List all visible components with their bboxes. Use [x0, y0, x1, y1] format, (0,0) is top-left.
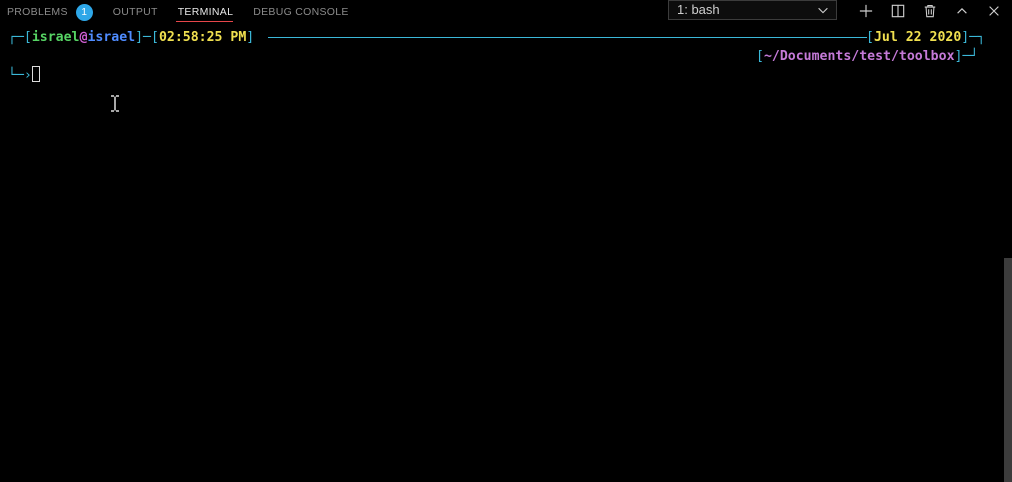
prompt-path: ~/Documents/test/toolbox — [763, 49, 955, 64]
plus-icon — [859, 4, 873, 18]
close-icon — [989, 6, 999, 16]
tab-output-label: OUTPUT — [112, 6, 158, 18]
prompt-dash: ─ — [143, 30, 151, 45]
tab-terminal[interactable]: TERMINAL — [168, 0, 244, 24]
close-panel-button[interactable] — [978, 0, 1010, 22]
tab-output[interactable]: OUTPUT — [105, 0, 168, 24]
prompt-line-2: [~/Documents/test/toolbox]─┘ — [756, 47, 978, 66]
prompt-bracket: [ — [150, 30, 159, 45]
tab-terminal-label: TERMINAL — [177, 6, 234, 18]
tab-debug-label: DEBUG CONSOLE — [253, 6, 349, 18]
split-icon — [891, 4, 905, 18]
terminal-scrollbar[interactable] — [1004, 258, 1012, 482]
prompt-separator-line — [268, 37, 867, 38]
new-terminal-button[interactable] — [850, 0, 882, 22]
kill-terminal-button[interactable] — [914, 0, 946, 22]
chevron-up-icon — [957, 8, 967, 14]
problems-count-badge: 1 — [75, 3, 93, 21]
prompt-arrow: › — [23, 68, 32, 83]
panel-tab-bar: PROBLEMS 1 OUTPUT TERMINAL DEBUG CONSOLE… — [0, 0, 1012, 24]
chevron-down-icon — [818, 7, 828, 14]
trash-icon — [924, 5, 936, 18]
panel-tabs: PROBLEMS 1 OUTPUT TERMINAL DEBUG CONSOLE — [0, 0, 359, 24]
prompt-corner-bottom-left: └─ — [8, 68, 24, 83]
prompt-bracket: ] — [135, 30, 144, 45]
prompt-bracket: ] — [246, 30, 255, 45]
prompt-bracket: [ — [866, 30, 874, 45]
prompt-corner-bottom-right: ─┘ — [962, 49, 979, 64]
tab-problems-label: PROBLEMS — [7, 6, 68, 18]
prompt-user: israel — [31, 30, 80, 45]
prompt-bracket: [ — [756, 49, 764, 64]
prompt-time: 02:58:25 PM — [158, 30, 247, 45]
prompt-date-block: [Jul 22 2020]─┐ — [866, 28, 985, 47]
prompt-line-3: └─› — [8, 66, 32, 85]
split-terminal-button[interactable] — [882, 0, 914, 22]
terminal-cursor — [32, 66, 40, 82]
prompt-corner-top-right: ─┐ — [969, 30, 986, 45]
prompt-bracket: [ — [23, 30, 32, 45]
tab-problems[interactable]: PROBLEMS 1 — [0, 0, 105, 24]
tab-debug-console[interactable]: DEBUG CONSOLE — [243, 0, 359, 24]
prompt-host: israel — [87, 30, 136, 45]
maximize-panel-button[interactable] — [946, 0, 978, 22]
terminal-actions — [850, 0, 1010, 22]
terminal-select-value: 1: bash — [677, 2, 720, 17]
prompt-corner-top: ┌─ — [8, 30, 24, 45]
prompt-line-1: ┌─[israel@israel]─[02:58:25 PM] — [8, 28, 254, 47]
terminal-select[interactable]: 1: bash — [668, 0, 837, 20]
text-cursor-icon — [111, 95, 119, 112]
terminal-area[interactable]: ┌─[israel@israel]─[02:58:25 PM] [Jul 22 … — [0, 28, 1004, 482]
prompt-date: Jul 22 2020 — [873, 30, 962, 45]
